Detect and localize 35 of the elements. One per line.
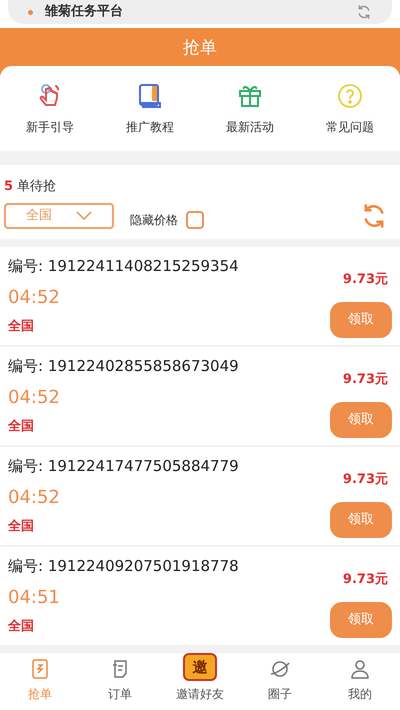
order-number: 编号: 19122417477505884779 <box>8 456 240 477</box>
refresh-icon[interactable] <box>356 4 372 20</box>
countdown: 04:52 <box>8 386 61 410</box>
order-count: 5 <box>4 178 14 196</box>
price: 9.73元 <box>342 271 388 289</box>
shortcut-button[interactable]: 最新活动 <box>200 82 300 136</box>
book-icon <box>136 82 164 110</box>
app-title: 雏菊任务平台 <box>45 3 123 22</box>
tab[interactable]: 我的 <box>320 657 400 703</box>
order-region: 全国 <box>8 518 35 536</box>
order-region: 全国 <box>8 318 35 336</box>
tab[interactable]: 邀 邀请好友 <box>160 653 240 703</box>
tab[interactable]: 圈子 <box>240 657 320 703</box>
order-number: 编号: 19122402855858673049 <box>8 356 240 377</box>
price: 9.73元 <box>342 371 388 389</box>
page-title: 抢单 <box>183 37 217 60</box>
shortcut-button[interactable]: 常见问题 <box>300 82 400 136</box>
price: 9.73元 <box>342 571 388 589</box>
tab[interactable]: 订单 <box>80 657 160 703</box>
order-region: 全国 <box>8 418 35 436</box>
order-number: 编号: 19122409207501918778 <box>8 556 240 577</box>
invite-badge: 邀 <box>183 653 217 681</box>
shortcut-button[interactable]: 推广教程 <box>100 82 200 136</box>
question-icon <box>336 82 364 110</box>
price: 9.73元 <box>342 471 388 489</box>
order-number: 编号: 19122411408215259354 <box>8 256 240 277</box>
countdown: 04:51 <box>8 586 61 610</box>
count-label: 单待抢 <box>17 178 56 196</box>
hide-price-checkbox[interactable] <box>186 210 204 228</box>
countdown: 04:52 <box>8 286 61 310</box>
order-region: 全国 <box>8 618 35 636</box>
countdown: 04:52 <box>8 486 61 510</box>
hide-price-label: 隐藏价格 <box>130 212 178 228</box>
chevron-down-icon <box>76 210 92 222</box>
shortcut-button[interactable]: 新手引导 <box>0 82 100 136</box>
